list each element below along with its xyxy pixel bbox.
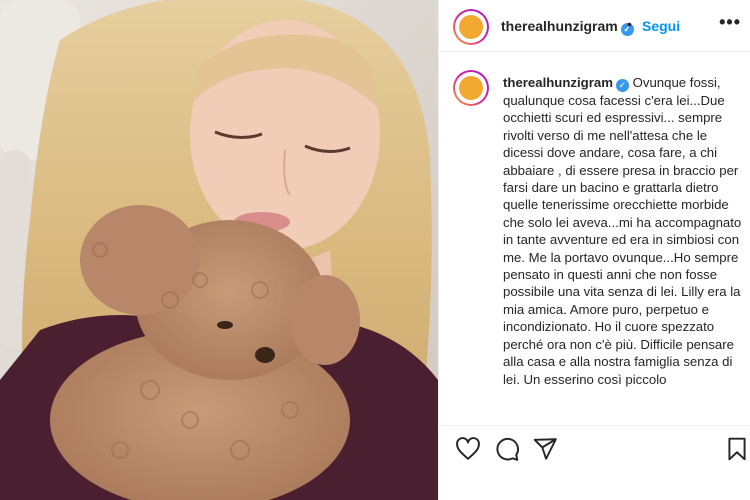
action-bar <box>439 425 750 500</box>
caption-avatar[interactable] <box>453 70 489 106</box>
post-side-panel: therealhunzigram ✓ • Segui ••• therealhun… <box>438 0 750 500</box>
avatar[interactable] <box>453 9 489 45</box>
separator-dot: • <box>627 16 632 32</box>
caption-username[interactable]: therealhunzigram <box>503 75 613 90</box>
post-photo[interactable] <box>0 0 438 500</box>
header-username[interactable]: therealhunzigram ✓ <box>501 18 634 36</box>
caption-area: therealhunzigram ✓ Ovunque fossi, qualunq… <box>439 52 750 425</box>
caption: therealhunzigram ✓ Ovunque fossi, qualunq… <box>503 74 743 388</box>
comment-icon[interactable] <box>494 436 520 462</box>
verified-badge-icon: ✓ <box>615 79 629 92</box>
post-header: therealhunzigram ✓ • Segui ••• <box>439 0 750 52</box>
bookmark-icon[interactable] <box>724 436 750 462</box>
follow-button[interactable]: Segui <box>642 18 680 34</box>
instagram-post: therealhunzigram ✓ • Segui ••• therealhun… <box>0 0 750 500</box>
more-options-icon[interactable]: ••• <box>719 12 741 33</box>
heart-icon[interactable] <box>455 436 481 462</box>
photo-woman-with-poodle <box>0 0 438 500</box>
send-icon[interactable] <box>532 436 558 462</box>
caption-text: Ovunque fossi, qualunque cosa facessi c'… <box>503 75 742 387</box>
